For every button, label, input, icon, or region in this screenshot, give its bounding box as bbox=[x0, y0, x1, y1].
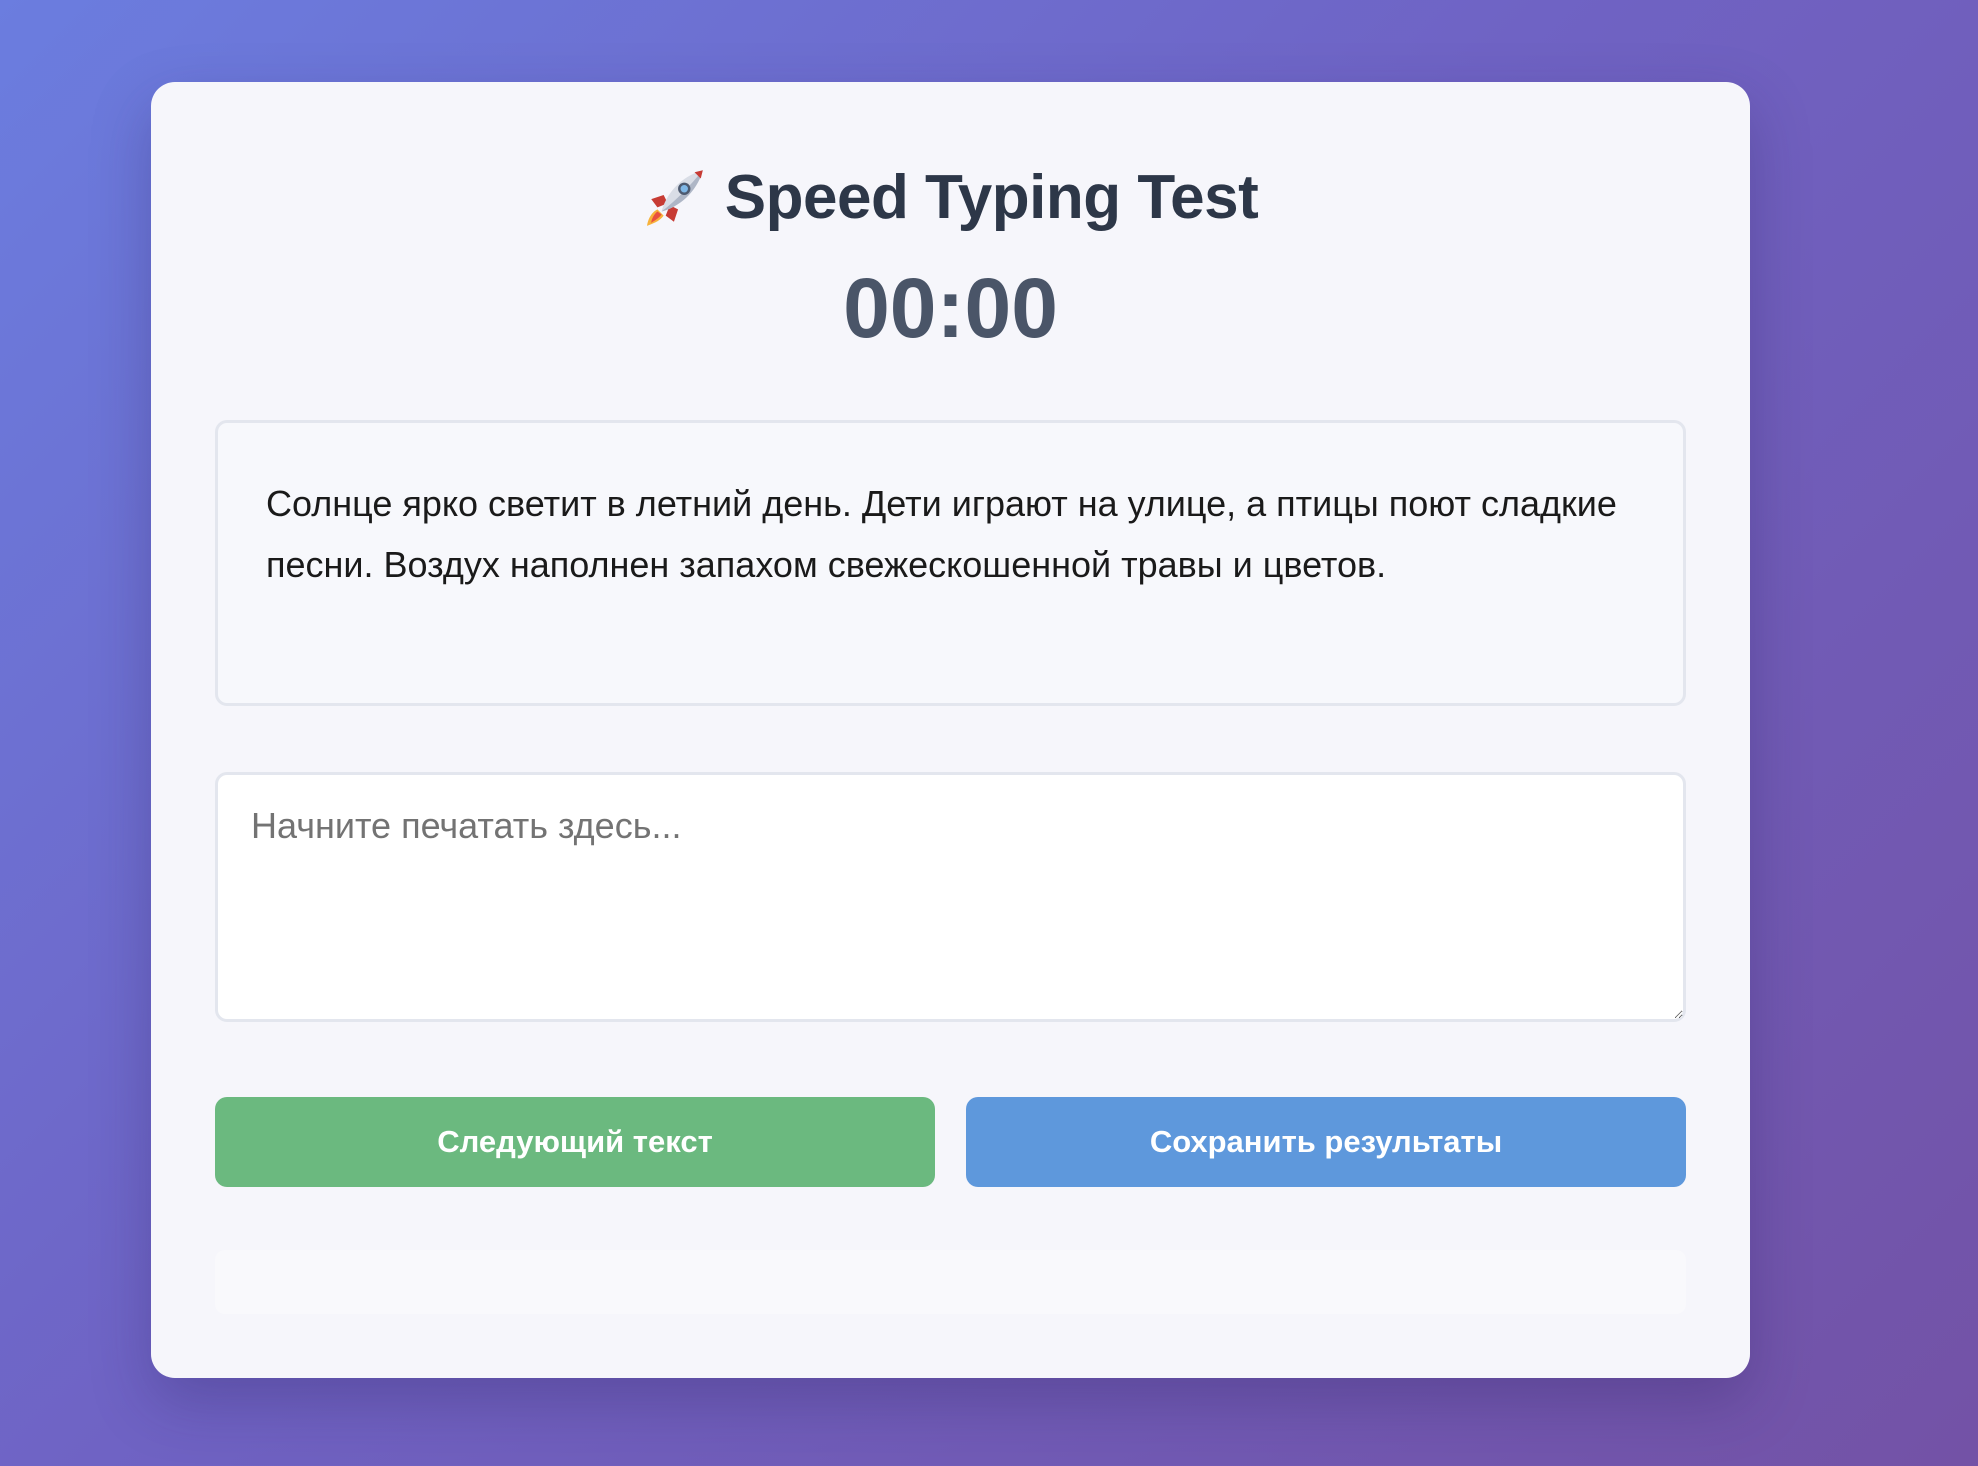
typing-test-card: Speed Typing Test 00:00 Солнце ярко свет… bbox=[151, 82, 1750, 1378]
save-results-button[interactable]: Сохранить результаты bbox=[966, 1097, 1686, 1187]
typing-input[interactable] bbox=[215, 772, 1686, 1022]
rocket-icon bbox=[643, 164, 709, 230]
results-panel bbox=[215, 1250, 1686, 1314]
timer-display: 00:00 bbox=[843, 261, 1058, 355]
header: Speed Typing Test bbox=[151, 152, 1750, 242]
page-title: Speed Typing Test bbox=[724, 162, 1259, 232]
target-text-panel: Солнце ярко светит в летний день. Дети и… bbox=[215, 420, 1686, 706]
next-text-button[interactable]: Следующий текст bbox=[215, 1097, 935, 1187]
